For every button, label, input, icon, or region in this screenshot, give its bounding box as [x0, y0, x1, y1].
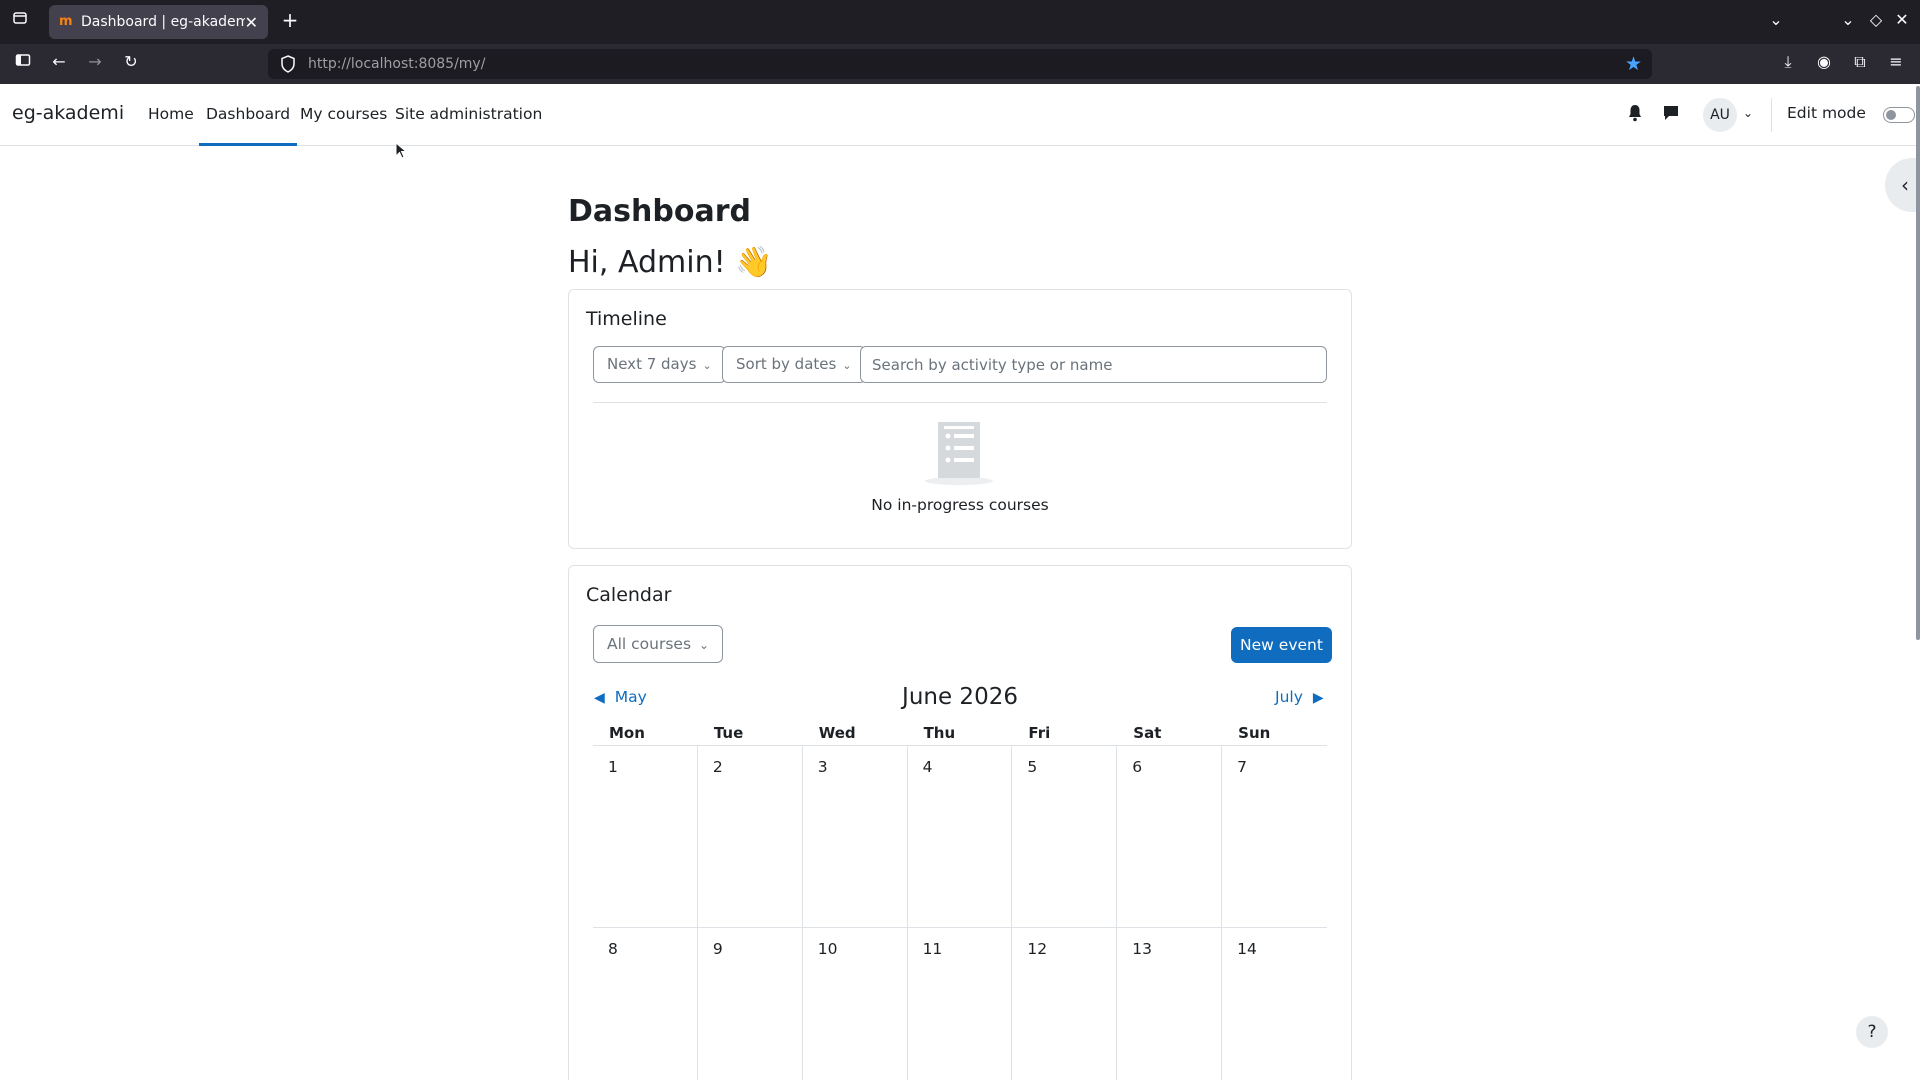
- nav-dashboard[interactable]: Dashboard: [199, 105, 298, 146]
- weekday-fri: Fri: [1028, 724, 1051, 742]
- calendar-day-cell[interactable]: 6: [1117, 746, 1223, 927]
- downloads-icon[interactable]: ⤓: [1776, 52, 1800, 76]
- list-all-tabs-icon[interactable]: ⌄: [1764, 10, 1788, 34]
- weekday-sun: Sun: [1238, 724, 1271, 742]
- calendar-day-cell[interactable]: 10: [803, 928, 908, 1080]
- calendar-day-cell[interactable]: 9: [698, 928, 803, 1080]
- empty-courses-list-icon: [925, 422, 993, 485]
- greeting: Hi, Admin! 👋: [568, 245, 773, 280]
- nav-home[interactable]: Home: [148, 105, 194, 123]
- bookmark-star-icon[interactable]: ★: [1625, 53, 1642, 75]
- calendar-day-cell[interactable]: 7: [1222, 746, 1327, 927]
- calendar-course-filter[interactable]: All courses ⌄: [593, 625, 724, 663]
- weekday-tue: Tue: [713, 724, 744, 742]
- calendar-month-grid: Mon Tue Wed Thu Fri Sat Sun 1 2 3 4 5 6 …: [593, 720, 1327, 1080]
- mouse-cursor-icon: [395, 142, 407, 159]
- sidebar-toggle-icon[interactable]: [11, 52, 35, 76]
- forward-icon[interactable]: →: [83, 52, 107, 76]
- back-icon[interactable]: ←: [47, 52, 71, 76]
- nav-site-administration[interactable]: Site administration: [395, 105, 542, 123]
- calendar-day-cell[interactable]: 11: [908, 928, 1013, 1080]
- reload-icon[interactable]: ↻: [119, 52, 143, 76]
- timeline-title: Timeline: [586, 308, 667, 330]
- user-menu-chevron-down-icon[interactable]: ⌄: [1743, 106, 1753, 120]
- chevron-down-icon: ⌄: [842, 359, 852, 372]
- timeline-search-input[interactable]: [860, 346, 1327, 383]
- chevron-down-icon: ⌄: [702, 359, 712, 372]
- weekday-sat: Sat: [1133, 724, 1162, 742]
- url-host: http://localhost: [308, 56, 414, 72]
- user-avatar[interactable]: AU: [1703, 98, 1737, 132]
- moodle-favicon-icon: m: [59, 14, 73, 29]
- messages-icon[interactable]: [1662, 104, 1680, 126]
- triangle-right-icon: ▶: [1312, 690, 1324, 706]
- calendar-day-cell[interactable]: 4: [908, 746, 1013, 927]
- next-month-label: July: [1275, 688, 1303, 706]
- timeline-sort-filter[interactable]: Sort by dates ⌄: [722, 346, 866, 383]
- site-security-icon[interactable]: [280, 55, 296, 73]
- calendar-day-cell[interactable]: 3: [803, 746, 908, 927]
- url-path: :8085/my/: [413, 56, 486, 72]
- calendar-week-row: 8 9 10 11 12 13 14: [593, 928, 1327, 1080]
- browser-tab-dashboard[interactable]: m Dashboard | eg-akademi ✕: [49, 5, 268, 39]
- tab-title: Dashboard | eg-akademi: [81, 14, 245, 30]
- calendar-day-cell[interactable]: 2: [698, 746, 803, 927]
- close-window-icon[interactable]: ✕: [1890, 10, 1914, 34]
- new-event-button[interactable]: New event: [1231, 627, 1332, 663]
- calendar-day-cell[interactable]: 12: [1012, 928, 1118, 1080]
- calendar-weekday-header: Mon Tue Wed Thu Fri Sat Sun: [593, 720, 1327, 746]
- calendar-title: Calendar: [586, 584, 672, 606]
- weekday-wed: Wed: [818, 724, 856, 742]
- page-title: Dashboard: [568, 194, 751, 229]
- site-brand[interactable]: eg-akademi: [12, 102, 124, 124]
- notifications-bell-icon[interactable]: [1627, 104, 1643, 126]
- site-navbar: eg-akademi Home Dashboard My courses Sit…: [0, 84, 1920, 146]
- page-scrollbar[interactable]: [1916, 86, 1920, 640]
- calendar-day-cell[interactable]: 1: [593, 746, 698, 927]
- open-block-drawer-chevron-left-icon[interactable]: ‹: [1885, 158, 1920, 212]
- weekday-thu: Thu: [923, 724, 956, 742]
- timeline-divider: [593, 402, 1327, 403]
- weekday-mon: Mon: [609, 724, 645, 742]
- url-bar[interactable]: http://localhost:8085/my/ ★: [268, 49, 1652, 79]
- extensions-icon[interactable]: ⧉: [1848, 52, 1872, 76]
- calendar-day-cell[interactable]: 8: [593, 928, 698, 1080]
- new-tab-icon[interactable]: +: [278, 10, 302, 34]
- current-month-title: June 2026: [902, 684, 1018, 710]
- menu-icon[interactable]: ≡: [1884, 52, 1908, 76]
- restore-window-icon[interactable]: ◇: [1864, 10, 1888, 34]
- minimize-window-icon[interactable]: ⌄: [1836, 10, 1860, 34]
- calendar-day-cell[interactable]: 5: [1012, 746, 1118, 927]
- calendar-day-cell[interactable]: 14: [1222, 928, 1327, 1080]
- account-icon[interactable]: ◉: [1812, 52, 1836, 76]
- course-filter-label: All courses: [607, 635, 692, 653]
- nav-my-courses[interactable]: My courses: [300, 105, 387, 123]
- edit-mode-toggle[interactable]: [1883, 107, 1915, 123]
- close-tab-icon[interactable]: ✕: [245, 13, 258, 32]
- day-filter-label: Next 7 days: [607, 355, 697, 373]
- edit-mode-label: Edit mode: [1787, 104, 1866, 122]
- tab-list-icon[interactable]: [8, 10, 32, 34]
- timeline-day-filter[interactable]: Next 7 days ⌄: [593, 346, 726, 383]
- browser-toolbar: ← → ↻ http://localhost:8085/my/ ★ ⤓ ◉ ⧉ …: [0, 44, 1920, 84]
- next-month-link[interactable]: July ▶: [1275, 688, 1324, 706]
- sort-filter-label: Sort by dates: [736, 355, 837, 373]
- navbar-divider: [1771, 98, 1772, 132]
- calendar-week-row: 1 2 3 4 5 6 7: [593, 746, 1327, 928]
- help-button[interactable]: ?: [1856, 1016, 1888, 1048]
- chevron-down-icon: ⌄: [699, 638, 710, 652]
- calendar-day-cell[interactable]: 13: [1117, 928, 1223, 1080]
- browser-tab-bar: m Dashboard | eg-akademi ✕ + ⌄ ⌄ ◇ ✕: [0, 0, 1920, 44]
- timeline-empty-message: No in-progress courses: [871, 496, 1049, 514]
